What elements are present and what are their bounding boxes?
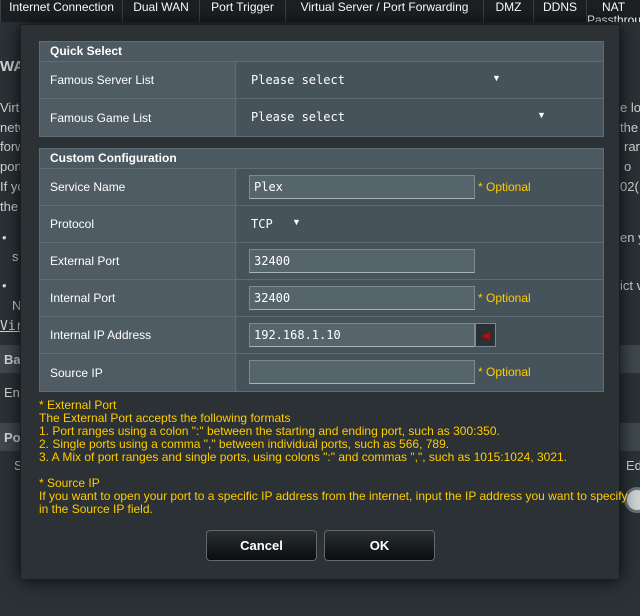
bg-text: s — [12, 249, 19, 264]
internal-ip-label: Internal IP Address — [40, 317, 236, 353]
internal-ip-row: Internal IP Address 192.168.1.10 — [40, 317, 603, 354]
protocol-select[interactable]: TCP ▼ — [237, 206, 307, 242]
tab-port-trigger[interactable]: Port Trigger — [199, 0, 285, 22]
tab-virtual-server[interactable]: Virtual Server / Port Forwarding — [285, 0, 483, 22]
famous-game-value: Please select — [251, 110, 345, 124]
bg-text: ict v — [620, 278, 640, 293]
bg-text: 02( — [620, 179, 639, 194]
bg-text: rar — [624, 139, 640, 154]
external-port-row: External Port 32400 — [40, 243, 603, 280]
bg-text: Virt — [0, 100, 20, 115]
famous-server-value: Please select — [251, 73, 345, 87]
ip-picker-button[interactable] — [475, 323, 496, 347]
protocol-label: Protocol — [40, 206, 236, 242]
bg-text: the — [0, 199, 19, 214]
chevron-down-icon: ▼ — [292, 217, 301, 227]
bg-bullet: • — [2, 278, 7, 293]
external-port-notes: * External Port The External Port accept… — [39, 399, 604, 464]
optional-hint: * Optional — [478, 291, 531, 305]
tab-internet-connection[interactable]: Internet Connection — [0, 0, 122, 22]
notes-line: 3. A Mix of port ranges and single ports… — [39, 450, 568, 464]
service-name-input[interactable]: Plex — [249, 175, 475, 199]
source-ip-row: Source IP * Optional — [40, 354, 603, 391]
source-ip-label: Source IP — [40, 354, 236, 391]
famous-server-select[interactable]: Please select ▼ — [237, 62, 603, 98]
service-name-row: Service Name Plex * Optional — [40, 169, 603, 206]
tab-ddns[interactable]: DDNS — [533, 0, 586, 22]
bg-text: the p — [620, 120, 640, 135]
bg-section-title: Po — [4, 430, 21, 445]
bg-text: e lo — [620, 100, 640, 115]
custom-config-header: Custom Configuration — [40, 149, 603, 169]
left-arrow-icon — [481, 332, 490, 340]
bg-text: En — [4, 385, 20, 400]
top-tab-bar: Internet Connection Dual WAN Port Trigge… — [0, 0, 640, 22]
famous-game-select[interactable]: Please select ▼ — [237, 99, 603, 136]
famous-server-row: Famous Server List Please select ▼ — [40, 62, 603, 99]
external-port-label: External Port — [40, 243, 236, 279]
quick-select-table: Quick Select Famous Server List Please s… — [39, 41, 604, 137]
tab-dual-wan[interactable]: Dual WAN — [122, 0, 199, 22]
internal-port-label: Internal Port — [40, 280, 236, 316]
tab-nat-passthrough[interactable]: NAT Passthrough — [586, 0, 640, 22]
source-ip-input[interactable] — [249, 360, 475, 384]
internal-port-row: Internal Port 32400 * Optional — [40, 280, 603, 317]
bg-text: en y — [620, 230, 640, 245]
notes-line: in the Source IP field. — [39, 502, 153, 516]
quick-select-header: Quick Select — [40, 42, 603, 62]
protocol-row: Protocol TCP ▼ — [40, 206, 603, 243]
bg-section-title: Ba — [4, 352, 21, 367]
famous-game-label: Famous Game List — [40, 99, 236, 136]
port-forward-dialog: Quick Select Famous Server List Please s… — [20, 24, 628, 580]
internal-ip-input[interactable]: 192.168.1.10 — [249, 323, 475, 347]
ok-button[interactable]: OK — [324, 530, 435, 561]
protocol-value: TCP — [251, 217, 273, 231]
optional-hint: * Optional — [478, 365, 531, 379]
internal-port-input[interactable]: 32400 — [249, 286, 475, 310]
external-port-input[interactable]: 32400 — [249, 249, 475, 273]
bg-text: Ed — [626, 458, 640, 473]
optional-hint: * Optional — [478, 180, 531, 194]
chevron-down-icon: ▼ — [537, 110, 546, 120]
cancel-button[interactable]: Cancel — [206, 530, 317, 561]
bg-bullet: • — [2, 230, 7, 245]
chevron-down-icon: ▼ — [492, 73, 501, 83]
service-name-label: Service Name — [40, 169, 236, 205]
tab-dmz[interactable]: DMZ — [483, 0, 533, 22]
famous-server-label: Famous Server List — [40, 62, 236, 98]
custom-config-table: Custom Configuration Service Name Plex *… — [39, 148, 604, 392]
bg-text: o — [624, 159, 632, 174]
famous-game-row: Famous Game List Please select ▼ — [40, 99, 603, 136]
source-ip-notes: * Source IP If you want to open your por… — [39, 477, 628, 516]
